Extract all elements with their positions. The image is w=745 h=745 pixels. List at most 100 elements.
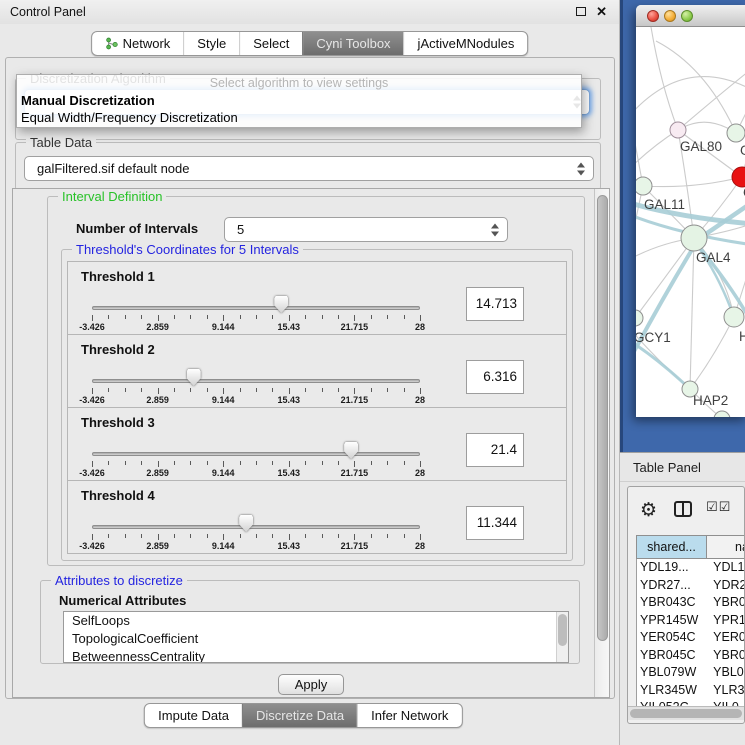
column-header-name[interactable]: name xyxy=(706,535,745,559)
attribute-item-selfloops[interactable]: SelfLoops xyxy=(64,612,568,630)
slider-tick xyxy=(289,534,290,540)
slider-tick xyxy=(322,315,323,319)
float-window-icon[interactable] xyxy=(576,7,586,16)
number-of-intervals-combobox[interactable]: 5 xyxy=(224,217,508,242)
network-node[interactable] xyxy=(727,124,745,142)
threshold-value-field[interactable]: 6.316 xyxy=(466,360,524,394)
slider-handle[interactable] xyxy=(274,296,288,313)
slider-tick xyxy=(174,315,175,319)
control-panel-title: Control Panel xyxy=(10,0,86,24)
tab-label: jActiveMNodules xyxy=(418,31,515,56)
slider-tick xyxy=(108,388,109,392)
slider-tick xyxy=(289,315,290,321)
apply-button[interactable]: Apply xyxy=(278,674,344,695)
table-row[interactable]: YBL079WYBL0 xyxy=(637,664,745,682)
slider-handle[interactable] xyxy=(187,369,201,386)
attributes-list-scrollbar[interactable] xyxy=(556,612,568,662)
close-icon[interactable]: ✕ xyxy=(596,3,607,21)
slider-tick xyxy=(141,388,142,392)
tab-style[interactable]: Style xyxy=(183,32,239,55)
table-row[interactable]: YBR045CYBR0 xyxy=(637,647,745,665)
column-header-shared-name[interactable]: shared... xyxy=(636,535,707,559)
settings-vertical-scrollbar-thumb[interactable] xyxy=(597,195,608,641)
table-row[interactable]: YLR345WYLR3 xyxy=(637,682,745,700)
cell-name[interactable]: YLR3 xyxy=(707,682,745,700)
cell-shared-name[interactable]: YDR27... xyxy=(637,577,707,595)
popup-option-equal-width-frequency-discretization[interactable]: Equal Width/Frequency Discretization xyxy=(17,109,581,126)
slider-tick xyxy=(158,388,159,394)
table-row[interactable]: YBR043CYBR0 xyxy=(637,594,745,612)
attributes-list-scrollbar-thumb[interactable] xyxy=(558,614,567,646)
network-node[interactable] xyxy=(670,122,686,138)
cell-name[interactable]: YBL0 xyxy=(707,664,745,682)
table-data-combobox[interactable]: galFiltered.sif default node xyxy=(24,156,594,181)
cell-shared-name[interactable]: YBR045C xyxy=(637,647,707,665)
slider-scale-label: 2.859 xyxy=(146,322,169,332)
cell-name[interactable]: YDL1 xyxy=(707,559,745,577)
network-canvas[interactable]: GAL80GACGAL11GAL4GCY1HHAP2 xyxy=(636,27,745,417)
tab-jactivemnodules[interactable]: jActiveMNodules xyxy=(404,32,528,55)
columns-icon[interactable] xyxy=(674,501,692,517)
slider-track[interactable] xyxy=(92,525,420,529)
tab-impute-data[interactable]: Impute Data xyxy=(145,704,242,727)
popup-option-manual-discretization[interactable]: Manual Discretization xyxy=(17,92,581,109)
tab-network[interactable]: Network xyxy=(92,32,184,55)
zoom-traffic-light-icon[interactable] xyxy=(681,10,693,22)
cell-shared-name[interactable]: YDL19... xyxy=(637,559,707,577)
attribute-item-betweennesscentrality[interactable]: BetweennessCentrality xyxy=(64,648,568,663)
slider-track[interactable] xyxy=(92,379,420,383)
slider-tick xyxy=(223,388,224,394)
tab-cyni-toolbox[interactable]: Cyni Toolbox xyxy=(302,32,403,55)
threshold-value-field[interactable]: 14.713 xyxy=(466,287,524,321)
slider-tick xyxy=(207,534,208,538)
close-traffic-light-icon[interactable] xyxy=(647,10,659,22)
network-window-titlebar xyxy=(636,5,745,27)
network-node[interactable] xyxy=(681,225,707,251)
select-columns-checkboxes-icon[interactable]: ☑☑ xyxy=(706,500,731,515)
tab-select[interactable]: Select xyxy=(239,32,302,55)
table-horizontal-scrollbar-thumb[interactable] xyxy=(630,709,742,718)
gear-icon[interactable]: ⚙ xyxy=(640,497,657,523)
table-row[interactable]: YPR145WYPR1 xyxy=(637,612,745,630)
network-node[interactable] xyxy=(724,307,744,327)
cell-name[interactable]: YDR2 xyxy=(707,577,745,595)
cell-shared-name[interactable]: YBR043C xyxy=(637,594,707,612)
minimize-traffic-light-icon[interactable] xyxy=(664,10,676,22)
slider-scale-label: -3.426 xyxy=(79,468,105,478)
slider-handle[interactable] xyxy=(239,515,253,532)
threshold-value-field[interactable]: 21.4 xyxy=(466,433,524,467)
cell-name[interactable]: YER0 xyxy=(707,629,745,647)
table-row[interactable]: YER054CYER0 xyxy=(637,629,745,647)
cell-name[interactable]: YBR0 xyxy=(707,647,745,665)
network-node[interactable] xyxy=(636,177,652,195)
settings-vertical-scrollbar[interactable] xyxy=(594,189,609,697)
table-row[interactable]: YDL19...YDL1 xyxy=(637,559,745,577)
screen: Control Panel ✕ NetworkStyleSelectCyni T… xyxy=(0,0,745,745)
slider-tick xyxy=(125,388,126,392)
table-panel-title: Table Panel xyxy=(633,453,701,483)
network-node[interactable] xyxy=(732,167,745,187)
table-horizontal-scrollbar[interactable] xyxy=(628,706,745,720)
cell-shared-name[interactable]: YPR145W xyxy=(637,612,707,630)
attribute-item-topologicalcoefficient[interactable]: TopologicalCoefficient xyxy=(64,630,568,648)
cell-name[interactable]: YPR1 xyxy=(707,612,745,630)
slider-handle[interactable] xyxy=(344,442,358,459)
cell-shared-name[interactable]: YER054C xyxy=(637,629,707,647)
table-row[interactable]: YDR27...YDR2 xyxy=(637,577,745,595)
network-node[interactable] xyxy=(636,310,643,326)
numerical-attributes-label: Numerical Attributes xyxy=(59,593,186,608)
slider-track[interactable] xyxy=(92,306,420,310)
cell-shared-name[interactable]: YLR345W xyxy=(637,682,707,700)
cell-name[interactable]: YBR0 xyxy=(707,594,745,612)
bottom-tab-bar: Impute DataDiscretize DataInfer Network xyxy=(144,703,462,728)
network-node[interactable] xyxy=(714,411,730,417)
tab-discretize-data[interactable]: Discretize Data xyxy=(242,704,357,727)
threshold-value-field[interactable]: 11.344 xyxy=(466,506,524,540)
slider-track[interactable] xyxy=(92,452,420,456)
node-label-gal80: GAL80 xyxy=(680,139,722,154)
tab-infer-network[interactable]: Infer Network xyxy=(357,704,461,727)
cell-shared-name[interactable]: YBL079W xyxy=(637,664,707,682)
interval-definition-group-label: Interval Definition xyxy=(58,189,166,204)
slider-tick xyxy=(125,461,126,465)
settings-scrollview: Interval Definition Number of Intervals … xyxy=(12,188,610,698)
